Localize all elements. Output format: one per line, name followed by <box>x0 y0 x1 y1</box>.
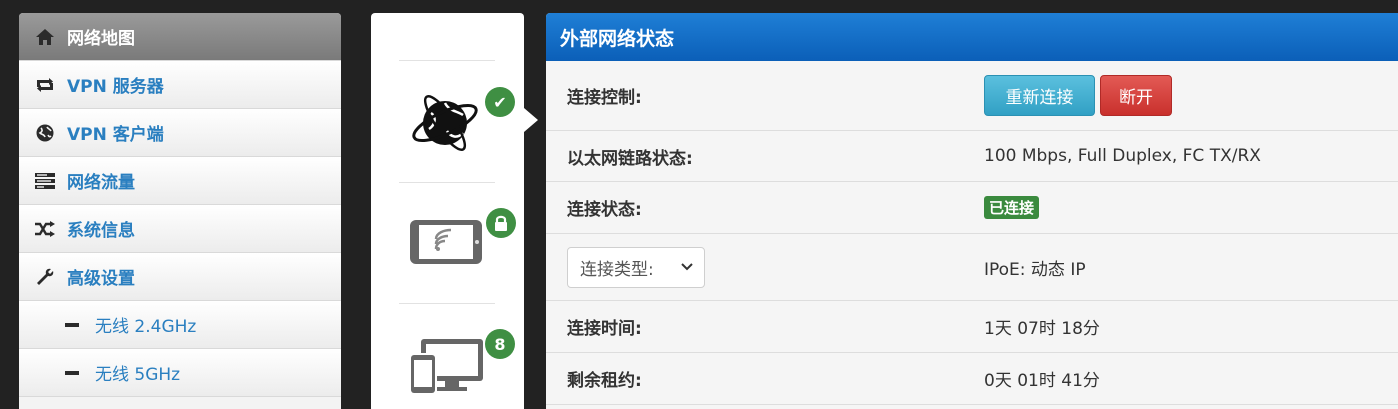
row-connection-type: 连接类型: IPoE: 动态 IP <box>546 234 1398 301</box>
ethernet-status-label: 以太网链路状态: <box>567 148 693 169</box>
wan-status-panel: 外部网络状态 连接控制: 重新连接 断开 以太网链路状态: 100 Mbps, … <box>546 13 1398 409</box>
clients-status-node[interactable] <box>409 339 485 395</box>
tablet-wifi-icon <box>410 220 482 264</box>
row-lease-remaining: 剩余租约: 0天 01时 41分 <box>546 353 1398 405</box>
connection-time-label: 连接时间: <box>567 319 642 339</box>
sidebar-item-label: VPN 服务器 <box>67 77 164 97</box>
panel-title: 外部网络状态 <box>546 13 1398 61</box>
home-icon <box>34 26 56 48</box>
sidebar-item-label: 无线 2.4GHz <box>95 317 197 337</box>
row-connection-control: 连接控制: 重新连接 断开 <box>546 61 1398 131</box>
connection-time-value: 1天 07时 18分 <box>984 319 1100 339</box>
lease-remaining-value: 0天 01时 41分 <box>984 371 1100 391</box>
status-badge: 已连接 <box>984 196 1040 219</box>
devices-icon <box>409 339 483 395</box>
sidebar-item-label: 网络流量 <box>67 173 135 193</box>
divider <box>399 60 495 61</box>
wrench-icon <box>34 266 56 288</box>
lease-remaining-label: 剩余租约: <box>567 371 642 391</box>
sidebar-item-label: VPN 客户端 <box>67 125 164 145</box>
internet-status-node[interactable] <box>407 81 487 161</box>
sidebar: 网络地图 VPN 服务器 VPN 客户端 网络流量 系统信息 高级设置 无线 2… <box>19 13 341 409</box>
sidebar-item-label: 网络地图 <box>67 29 135 49</box>
disconnect-button[interactable]: 断开 <box>1100 75 1172 116</box>
sidebar-item-advanced[interactable]: 高级设置 <box>19 253 341 301</box>
connection-control-label: 连接控制: <box>567 88 642 108</box>
clients-count: 8 <box>494 334 506 354</box>
globe-icon <box>34 122 56 144</box>
connection-type-select[interactable]: 连接类型: <box>567 246 705 288</box>
sidebar-item-system-info[interactable]: 系统信息 <box>19 205 341 253</box>
internet-globe-icon <box>412 95 478 151</box>
sidebar-item-wireless-5g[interactable]: 无线 5GHz <box>19 349 341 397</box>
sidebar-item-label: 系统信息 <box>67 221 135 241</box>
lock-icon <box>495 215 507 231</box>
sidebar-item-label: 高级设置 <box>67 269 135 289</box>
wireless-status-node[interactable] <box>409 217 483 267</box>
connection-type-select-label: 连接类型: <box>580 259 654 280</box>
row-connection-time: 连接时间: 1天 07时 18分 <box>546 301 1398 353</box>
row-ethernet: 以太网链路状态: 100 Mbps, Full Duplex, FC TX/RX <box>546 131 1398 182</box>
clients-count-badge: 8 <box>485 329 515 359</box>
sidebar-item-vpn-client[interactable]: VPN 客户端 <box>19 109 341 157</box>
sidebar-item-vpn-server[interactable]: VPN 服务器 <box>19 61 341 109</box>
minus-icon <box>63 314 81 336</box>
wireless-lock-badge <box>486 208 516 238</box>
row-connection-status: 连接状态: 已连接 <box>546 182 1398 234</box>
check-icon: ✔ <box>493 92 507 112</box>
ethernet-status-value: 100 Mbps, Full Duplex, FC TX/RX <box>984 146 1261 166</box>
sidebar-item-wireless-2g[interactable]: 无线 2.4GHz <box>19 301 341 349</box>
connected-check-badge: ✔ <box>485 87 515 117</box>
connection-status-label: 连接状态: <box>567 200 642 220</box>
random-icon <box>34 218 56 240</box>
sidebar-item-network-map[interactable]: 网络地图 <box>19 13 341 61</box>
retweet-icon <box>34 74 56 96</box>
network-map-column: ✔ 8 <box>371 13 524 409</box>
tasks-icon <box>34 170 56 192</box>
minus-icon <box>63 362 81 384</box>
sidebar-item-traffic[interactable]: 网络流量 <box>19 157 341 205</box>
connection-type-value: IPoE: 动态 IP <box>984 259 1086 280</box>
divider <box>399 182 495 183</box>
divider <box>399 303 495 304</box>
chevron-down-icon <box>681 262 693 270</box>
selected-node-pointer <box>524 108 538 132</box>
reconnect-button[interactable]: 重新连接 <box>984 75 1095 116</box>
sidebar-item-label: 无线 5GHz <box>95 365 181 385</box>
